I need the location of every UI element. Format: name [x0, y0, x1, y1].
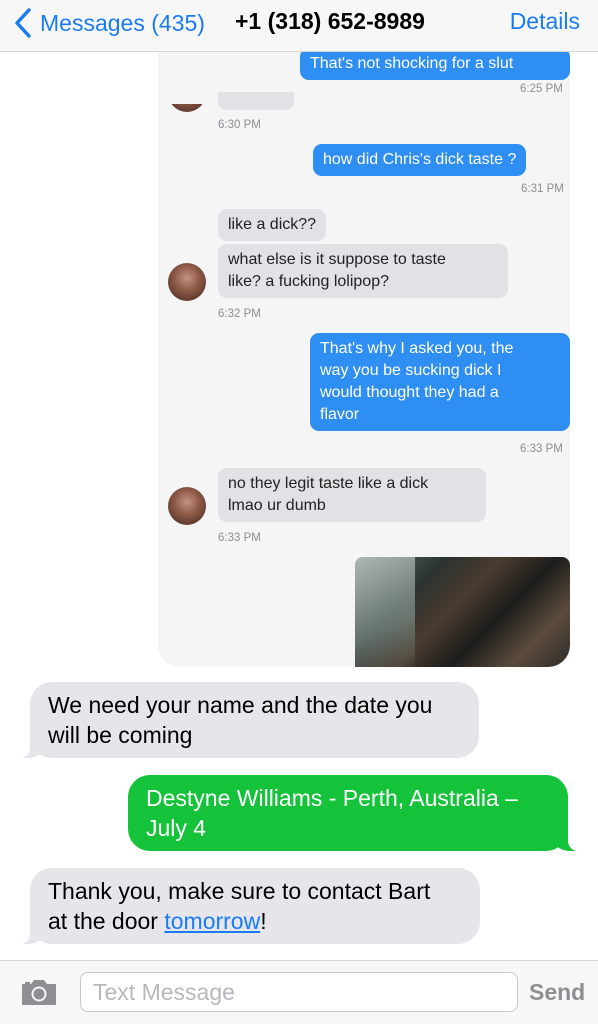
- message-line: will be coming: [48, 722, 193, 748]
- message-text: like a dick??: [228, 216, 317, 233]
- details-button[interactable]: Details: [510, 8, 580, 35]
- message-line: like? a fucking lolipop?: [228, 273, 389, 290]
- message-line: We need your name and the date you: [48, 692, 433, 718]
- embedded-timestamp: 6:25 PM: [520, 83, 563, 95]
- message-line: would thought they had a: [320, 384, 499, 401]
- embedded-screenshot[interactable]: That's not shocking for a slut 6:25 PM 6…: [158, 52, 570, 667]
- contact-title: +1 (318) 652-8989: [235, 8, 425, 34]
- message-line: at the door tomorrow!: [48, 906, 462, 936]
- embedded-timestamp: 6:31 PM: [521, 183, 564, 195]
- message-text: !: [260, 908, 267, 934]
- message-input[interactable]: [80, 972, 518, 1012]
- avatar: [168, 104, 206, 112]
- message-text: at the door: [48, 908, 165, 934]
- compose-bar: Send: [0, 960, 598, 1024]
- embedded-incoming-message: what else is it suppose to taste like? a…: [218, 244, 508, 298]
- embedded-outgoing-message: That's not shocking for a slut: [300, 52, 570, 80]
- message-line: flavor: [320, 406, 360, 423]
- embedded-timestamp: 6:33 PM: [520, 443, 563, 455]
- message-line: lmao ur dumb: [228, 497, 326, 514]
- message-line: what else is it suppose to taste: [228, 251, 446, 268]
- send-button[interactable]: Send: [529, 979, 585, 1006]
- message-line: way you be sucking dick I: [320, 362, 502, 379]
- embedded-outgoing-message: how did Chris's dick taste ?: [313, 144, 527, 176]
- photo-attachment[interactable]: [355, 557, 570, 667]
- outgoing-message: Destyne Williams - Perth, Australia – Ju…: [128, 775, 582, 851]
- camera-icon: [22, 980, 56, 1005]
- back-button-label: Messages (435): [40, 9, 205, 36]
- embedded-timestamp: 6:32 PM: [218, 308, 261, 320]
- message-line: July 4: [146, 815, 207, 841]
- embedded-timestamp: 6:30 PM: [218, 119, 261, 131]
- message-text: how did Chris's dick taste ?: [323, 151, 517, 168]
- embedded-timestamp: 6:33 PM: [218, 532, 261, 544]
- embedded-incoming-message: like a dick??: [218, 209, 327, 241]
- incoming-message: Thank you, make sure to contact Bart at …: [16, 868, 480, 944]
- embedded-incoming-message: no they legit taste like a dick lmao ur …: [218, 468, 486, 522]
- embedded-incoming-message-partial: [218, 92, 294, 110]
- incoming-message: We need your name and the date you will …: [16, 682, 479, 758]
- date-link[interactable]: tomorrow: [164, 908, 260, 934]
- camera-button[interactable]: [20, 977, 58, 1007]
- embedded-outgoing-message: That's why I asked you, the way you be s…: [310, 333, 570, 431]
- message-line: no they legit taste like a dick: [228, 475, 429, 492]
- chevron-left-icon: [15, 8, 31, 38]
- avatar: [168, 487, 206, 525]
- message-line: Destyne Williams - Perth, Australia –: [146, 785, 518, 811]
- message-text: That's not shocking for a slut: [310, 55, 514, 72]
- message-line: That's why I asked you, the: [320, 340, 514, 357]
- avatar: [168, 263, 206, 301]
- message-line: Thank you, make sure to contact Bart: [48, 878, 431, 904]
- back-button[interactable]: Messages (435): [14, 6, 205, 40]
- navigation-bar: Messages (435) +1 (318) 652-8989 Details: [0, 0, 598, 52]
